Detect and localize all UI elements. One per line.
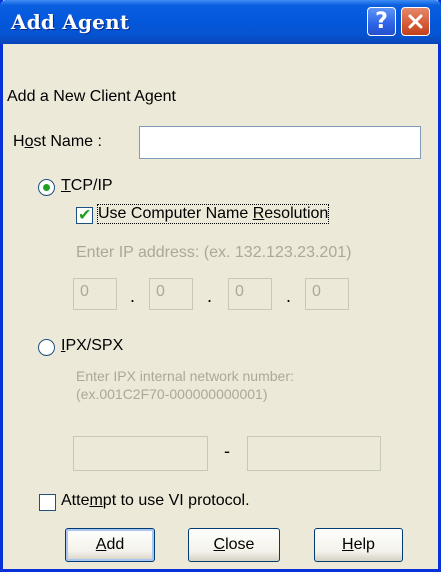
add-agent-dialog: Add Agent ? Add a New Client Agent Host … [0,0,441,572]
ipx-separator: - [224,441,230,461]
ipxspx-radio[interactable] [38,339,55,356]
ip-separator: . [207,286,213,306]
checkmark-icon: ✔ [78,207,92,224]
radio-selected-dot [43,184,50,191]
ip-octet-4[interactable]: 0 [305,278,349,310]
ipx-hint-line-2: (ex.001C2F70-000000000001) [76,386,268,402]
ipxspx-label[interactable]: IPX/SPX [61,337,123,355]
ip-address-hint: Enter IP address: (ex. 132.123.23.201) [76,244,352,261]
host-name-input[interactable] [139,126,421,159]
tcpip-label[interactable]: TCP/IP [61,177,113,195]
host-name-label: Host Name : [13,133,102,150]
close-icon[interactable] [401,7,430,36]
ipx-hint-line-1: Enter IPX internal network number: [76,368,294,384]
dialog-heading: Add a New Client Agent [7,88,176,105]
close-x-glyph [408,14,423,29]
ipx-node-field[interactable] [247,436,381,471]
ip-octet-3[interactable]: 0 [228,278,272,310]
add-button[interactable]: Add [65,528,155,562]
help-button[interactable]: Help [314,528,403,562]
resolution-label[interactable]: Use Computer Name Resolution [96,204,330,224]
ip-octet-1[interactable]: 0 [73,278,117,310]
tcpip-radio[interactable] [38,179,55,196]
vi-protocol-label[interactable]: Attempt to use VI protocol. [61,492,250,510]
title-bar[interactable]: Add Agent ? [0,0,441,44]
ip-separator: . [286,286,292,306]
help-icon[interactable]: ? [367,7,396,36]
close-button[interactable]: Close [188,528,280,562]
ip-octet-2[interactable]: 0 [149,278,193,310]
window-title: Add Agent [11,10,130,34]
resolution-checkbox[interactable]: ✔ [76,207,93,224]
ipx-network-field[interactable] [73,436,208,471]
ip-separator: . [130,286,136,306]
vi-protocol-checkbox[interactable] [39,494,56,511]
